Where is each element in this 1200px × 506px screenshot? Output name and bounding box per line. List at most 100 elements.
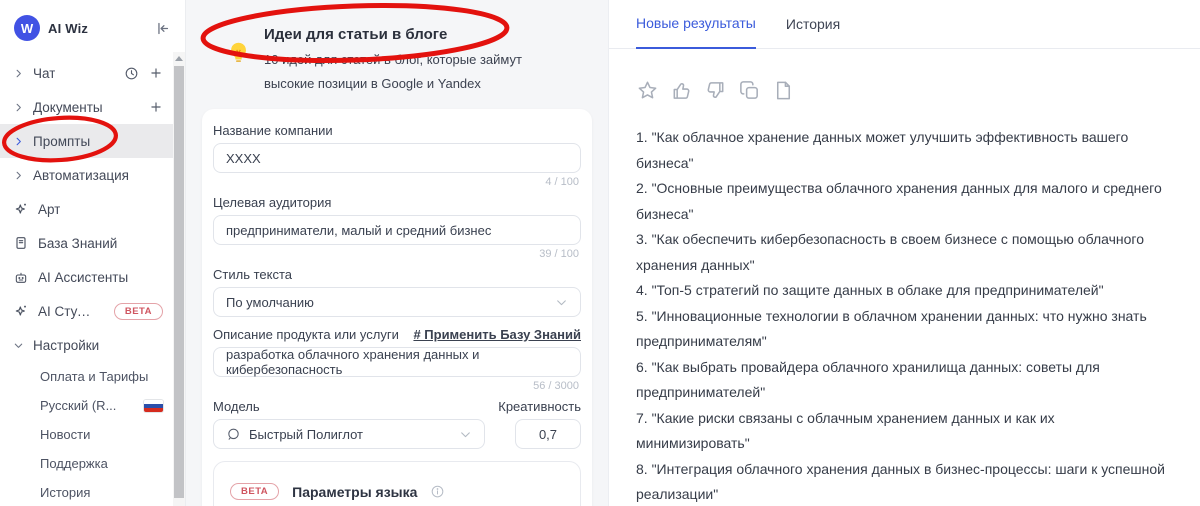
logo-row: W AI Wiz [0,0,185,56]
result-item: 2. "Основные преимущества облачного хран… [636,180,1162,222]
app-window: W AI Wiz Чат Документы Промпты Автоматиз… [0,0,1200,506]
chevron-down-icon [13,340,24,351]
sidebar-item-documents[interactable]: Документы [0,90,173,124]
plus-icon [151,68,161,78]
beta-badge: BETA [113,302,163,320]
company-name-label: Название компании [213,123,333,138]
plus-icon [151,102,161,112]
creativity-label: Креативность [498,399,581,414]
favorite-button[interactable] [636,79,659,102]
russian-flag-icon [144,399,163,412]
sidebar-item-support[interactable]: Поддержка [0,449,173,478]
sidebar-item-label: База Знаний [38,235,118,251]
model-row: Быстрый Полиглот 0,7 [213,419,581,449]
scrollbar-thumb[interactable] [174,66,184,498]
brand-logo-icon: W [14,15,40,41]
prompt-title: Идеи для статьи в блоге [264,26,448,43]
result-item: 1. "Как облачное хранение данных может у… [636,129,1129,171]
result-item: 4. "Топ-5 стратегий по защите данных в о… [636,282,1104,299]
company-name-input[interactable]: XXXX [213,143,581,173]
sidebar-item-label: Новости [40,427,91,442]
creativity-input[interactable]: 0,7 [515,419,581,449]
chevron-right-icon [13,102,24,113]
sidebar-nav: Чат Документы Промпты Автоматизация Арт … [0,56,173,506]
sparkles-icon [13,201,29,217]
prompt-description: 10 идей для статей в блог, которые займу… [264,52,522,91]
sidebar-scrollbar[interactable] [173,52,185,506]
text-style-label: Стиль текста [213,267,292,282]
product-description-input[interactable]: разработка облачного хранения данных и к… [213,347,581,377]
sidebar-item-label: Арт [38,201,61,217]
sidebar-item-language[interactable]: Русский (R... [0,391,173,420]
book-icon [13,235,29,251]
sidebar-item-label: Поддержка [40,456,108,471]
sidebar-item-label: Автоматизация [33,167,129,183]
sidebar-item-automation[interactable]: Автоматизация [0,158,173,192]
sidebar-item-label: История [40,485,91,500]
copy-button[interactable] [738,79,761,102]
export-document-button[interactable] [772,79,795,102]
results-panel: Новые результаты История 1. "Как облачно… [608,0,1200,506]
language-parameters-card: BETA Параметры языка [213,461,581,506]
sidebar: W AI Wiz Чат Документы Промпты Автоматиз… [0,0,186,506]
sidebar-item-prompts[interactable]: Промпты [0,124,173,158]
chevron-down-icon [459,428,472,441]
sidebar-item-label: AI Студия [38,303,97,319]
model-icon [226,427,241,442]
prompt-header-text: Идеи для статьи в блоге 10 идей для стат… [264,18,564,96]
chevron-right-icon [13,68,24,79]
prompt-panel: Идеи для статьи в блоге 10 идей для стат… [186,0,608,506]
sidebar-item-ai-studio[interactable]: AI Студия BETA [0,294,173,328]
add-document-button[interactable] [149,100,163,114]
sidebar-item-label: Настройки [33,337,100,353]
model-value: Быстрый Полиглот [249,426,363,442]
audience-label: Целевая аудитория [213,195,332,210]
sidebar-item-history[interactable]: История [0,478,173,506]
audience-counter: 39 / 100 [539,248,579,260]
text-style-select[interactable]: По умолчанию [213,287,581,317]
result-actions [636,79,1172,102]
chat-history-button[interactable] [124,66,139,81]
sparkle-icon [13,303,29,319]
info-icon[interactable] [430,484,445,499]
model-label: Модель [213,399,260,414]
language-parameters-title: Параметры языка [292,483,418,500]
model-select[interactable]: Быстрый Полиглот [213,419,485,449]
tab-history[interactable]: История [786,16,840,48]
tab-new-results[interactable]: Новые результаты [636,15,756,50]
lightbulb-icon [226,40,251,96]
thumbs-down-icon [707,82,724,99]
like-button[interactable] [670,79,693,102]
dislike-button[interactable] [704,79,727,102]
sidebar-item-label: AI Ассистенты [38,269,129,285]
sidebar-item-label: Документы [33,99,103,115]
star-icon [638,81,657,99]
sidebar-item-art[interactable]: Арт [0,192,173,226]
brand-name: AI Wiz [48,20,89,36]
sidebar-item-knowledge-base[interactable]: База Знаний [0,226,173,260]
sidebar-item-chat[interactable]: Чат [0,56,173,90]
result-item: 5. "Инновационные технологии в облачном … [636,307,1147,350]
copy-icon [740,81,758,100]
audience-input[interactable]: предприниматели, малый и средний бизнес [213,215,581,245]
chevron-right-icon [13,136,24,147]
robot-icon [13,269,29,285]
sidebar-item-settings[interactable]: Настройки [0,328,173,362]
company-name-counter: 4 / 100 [545,176,579,188]
model-labels-row: Модель Креативность [213,399,581,414]
text-style-value: По умолчанию [226,294,314,310]
collapse-icon [158,22,169,34]
prompt-form-card: Название компании XXXX 4 / 100 Целевая а… [202,109,592,506]
result-list: 1. "Как облачное хранение данных может у… [636,125,1172,506]
apply-knowledge-base-link[interactable]: # Применить Базу Знаний [413,327,581,342]
sidebar-item-ai-assistants[interactable]: AI Ассистенты [0,260,173,294]
product-description-label: Описание продукта или услуги [213,327,399,342]
thumbs-up-icon [673,83,690,100]
collapse-sidebar-button[interactable] [154,20,171,37]
sidebar-item-billing[interactable]: Оплата и Тарифы [0,362,173,391]
product-description-counter: 56 / 3000 [533,380,579,392]
result-item: 7. "Какие риски связаны с облачным хране… [636,409,1055,452]
sidebar-item-news[interactable]: Новости [0,420,173,449]
results-area: 1. "Как облачное хранение данных может у… [609,49,1200,506]
add-chat-button[interactable] [149,66,163,80]
